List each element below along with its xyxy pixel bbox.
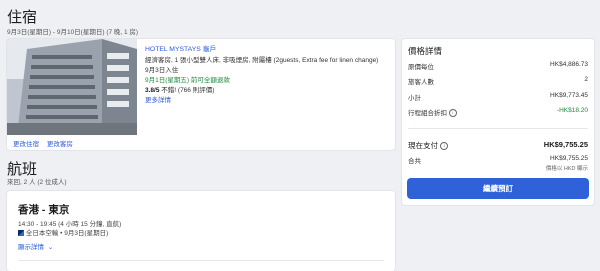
price-row-label: 小計 xyxy=(408,95,421,102)
price-row-value: 2 xyxy=(584,76,588,83)
price-row-travelers: 旅客人數 2 xyxy=(408,76,588,86)
total-label: 合共 xyxy=(408,158,421,165)
airline-info: 全日本空輸 • 9月3日(星期日) xyxy=(25,230,109,237)
flight-airline-row: 全日本空輸 • 9月3日(星期日) xyxy=(18,227,108,237)
more-details-link[interactable]: 更多詳情 xyxy=(145,96,405,106)
show-details-label: 顯示詳情 xyxy=(18,244,44,251)
currency-note: 價格以 HKD 顯示 xyxy=(545,166,588,172)
room-description: 經濟客房, 1 張小型雙人床, 非吸煙房, 附屬樓 (2guests, Extr… xyxy=(145,56,379,64)
show-details-toggle[interactable]: 顯示詳情 ⌄ xyxy=(18,241,53,251)
price-divider xyxy=(408,128,588,129)
price-row-label: 行程組合折扣 xyxy=(408,110,447,117)
price-row-label: 旅客人數 xyxy=(408,79,434,86)
stay-actions: 更改住宿 更改客房 xyxy=(13,138,73,148)
stay-dates: 9月3日(星期日) - 9月10日(星期日) (7 晚, 1 房) xyxy=(7,29,139,36)
stay-title: 住宿 xyxy=(7,9,38,26)
rating-word: 不錯! xyxy=(161,86,177,94)
price-row-label: 原價每位 xyxy=(408,64,434,71)
rating: 3.8/5 不錯! (766 則評價) xyxy=(145,86,405,96)
info-icon[interactable]: i xyxy=(440,142,449,151)
continue-booking-button[interactable]: 繼續預訂 xyxy=(407,178,589,199)
price-card: 價格詳情 原價每位 HK$4,886.73 旅客人數 2 小計 HK$9,773… xyxy=(402,39,594,205)
price-row-value: -HK$18.20 xyxy=(556,107,588,114)
pay-now-value: HK$9,755.25 xyxy=(543,140,588,149)
change-room-link[interactable]: 更改客房 xyxy=(47,141,73,148)
airline-logo-icon xyxy=(18,230,24,237)
rating-count: (766 則評價) xyxy=(177,86,215,94)
flight-subtitle: 來回, 2 人 (2 位成人) xyxy=(7,179,67,186)
price-row-subtotal: 小計 HK$9,773.45 xyxy=(408,92,588,102)
pay-now-label-wrap: 現在支付 i xyxy=(408,140,449,151)
flight-card-divider xyxy=(18,260,384,261)
hotel-name[interactable]: HOTEL MYSTAYS 龜戶 xyxy=(145,45,405,56)
price-row-discount: 行程組合折扣 i -HK$18.20 xyxy=(408,107,588,118)
change-stay-link[interactable]: 更改住宿 xyxy=(13,141,39,148)
price-row-base: 原價每位 HK$4,886.73 xyxy=(408,61,588,71)
info-icon[interactable]: i xyxy=(448,109,457,118)
hotel-info: HOTEL MYSTAYS 龜戶 經濟客房, 1 張小型雙人床, 非吸煙房, 附… xyxy=(145,45,405,106)
refund-policy: 9月1日(星期五) 前可全額退款 xyxy=(145,76,230,84)
rating-score: 3.8/5 xyxy=(145,86,160,94)
flight-card: 香港 - 東京 14:30 - 19:45 (4 小時 15 分鐘, 直航) 全… xyxy=(7,191,395,271)
hotel-building-image xyxy=(7,39,137,135)
price-row-value: HK$9,773.45 xyxy=(550,92,588,99)
pay-now-label: 現在支付 xyxy=(408,141,438,150)
hotel-card: HOTEL MYSTAYS 龜戶 經濟客房, 1 張小型雙人床, 非吸煙房, 附… xyxy=(7,39,395,150)
flight-route: 香港 - 東京 xyxy=(18,204,70,216)
price-row-value: HK$4,886.73 xyxy=(550,61,588,68)
hotel-photo[interactable] xyxy=(7,39,137,135)
checkin-date: 9月3日入住 xyxy=(145,66,179,74)
chevron-down-icon: ⌄ xyxy=(47,244,54,251)
price-title: 價格詳情 xyxy=(408,46,443,56)
discount-label-wrap: 行程組合折扣 i xyxy=(408,107,457,118)
pay-now-row: 現在支付 i HK$9,755.25 xyxy=(408,140,588,151)
